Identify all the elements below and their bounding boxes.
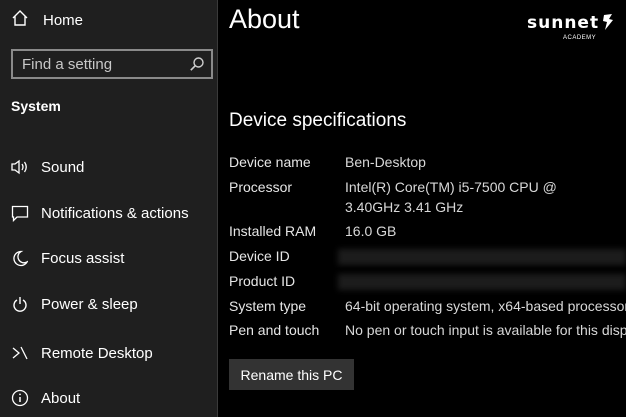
power-icon [11,295,29,313]
info-icon [11,389,29,407]
sidebar: Home System Sound Notifications & action… [0,0,217,417]
sidebar-item-label: About [41,389,81,407]
sidebar-item-label: Power & sleep [41,295,138,313]
rename-pc-button[interactable]: Rename this PC [229,359,354,390]
brand-logo: sunnet ACADEMY [527,13,617,45]
nav-home[interactable]: Home [11,9,83,31]
sidebar-item-label: Notifications & actions [41,204,189,222]
search-input[interactable] [13,54,184,74]
search-box[interactable] [11,49,213,79]
spec-value: No pen or touch input is available for t… [345,322,626,338]
spec-value: 64-bit operating system, x64-based proce… [345,298,626,314]
sidebar-item-about[interactable]: About [11,386,80,410]
spec-label: System type [229,298,307,314]
home-icon [11,9,29,32]
logo-brand: sunnet [527,13,600,33]
moon-icon [11,249,29,267]
spec-label: Pen and touch [229,322,320,338]
pane-divider [217,0,218,417]
spec-value: Ben-Desktop [345,154,426,170]
spec-label: Processor [229,179,293,195]
sidebar-item-label: Sound [41,158,85,176]
sidebar-item-focus-assist[interactable]: Focus assist [11,246,124,270]
message-icon [11,204,29,222]
spec-label: Device name [229,154,311,170]
spec-label: Product ID [229,273,296,289]
page-title: About [229,4,300,34]
spec-label: Installed RAM [229,223,317,239]
spec-label: Device ID [229,248,290,264]
spec-value: 16.0 GB [345,223,397,239]
section-title-system: System [11,98,61,114]
speaker-icon [11,158,29,176]
search-icon[interactable] [189,56,205,77]
logo-sub: ACADEMY [563,35,597,41]
spec-value: Intel(R) Core(TM) i5-7500 CPU @ 3.40GHz … [345,179,557,215]
device-specs-title: Device specifications [229,110,407,131]
redacted-device-id [338,249,626,265]
sidebar-item-sound[interactable]: Sound [11,155,84,179]
sidebar-item-label: Remote Desktop [41,344,153,362]
redacted-product-id [338,274,626,290]
sidebar-item-notifications[interactable]: Notifications & actions [11,201,189,225]
sidebar-item-remote-desktop[interactable]: Remote Desktop [11,341,153,365]
remote-desktop-icon [11,344,29,362]
sidebar-item-label: Focus assist [41,249,125,267]
logo-mark-icon [601,13,615,36]
home-label: Home [43,11,84,29]
sidebar-item-power-sleep[interactable]: Power & sleep [11,292,138,316]
